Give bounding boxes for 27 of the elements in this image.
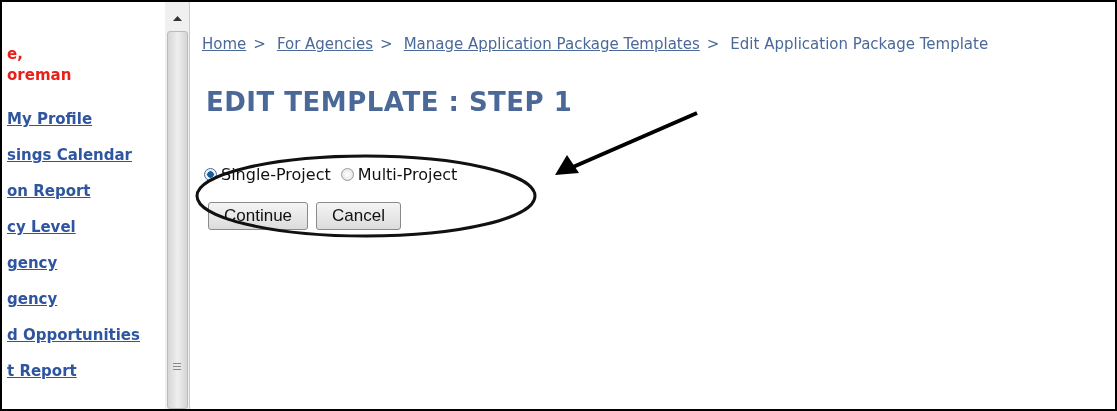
sidebar-link[interactable]: gency [7,289,58,310]
sidebar-link[interactable]: cy Level [7,217,76,238]
sidebar-link[interactable]: t Report [7,361,77,382]
page-heading: EDIT TEMPLATE : STEP 1 [206,87,574,117]
sidebar-link[interactable]: sings Calendar [7,145,133,166]
radio-label[interactable]: Single-Project [221,165,331,184]
scrollbar[interactable] [165,2,190,409]
breadcrumb-link[interactable]: Home [202,35,247,53]
sidebar-link[interactable]: gency [7,253,58,274]
grip-icon [173,363,181,370]
radio-button[interactable] [340,168,354,181]
sidebar-link[interactable]: d Opportunities [7,325,140,346]
breadcrumb-link[interactable]: Manage Application Package Templates [403,35,700,53]
form-button[interactable]: Continue [208,202,309,230]
breadcrumb-link[interactable]: For Agencies [276,35,374,53]
scroll-up-arrow-icon[interactable] [172,16,182,21]
user-name: oreman [7,65,73,86]
user-name: e, [7,44,24,65]
breadcrumb-separator: > [706,35,720,53]
sidebar-link[interactable]: My Profile [7,109,93,130]
radio-label[interactable]: Multi-Project [357,165,458,184]
breadcrumb-current: Edit Application Package Template [730,35,989,53]
breadcrumb-separator: > [380,35,393,53]
breadcrumb-separator: > [253,35,266,53]
form-button[interactable]: Cancel [316,202,401,230]
sidebar-link[interactable]: on Report [7,181,91,202]
scroll-thumb[interactable] [166,31,188,409]
